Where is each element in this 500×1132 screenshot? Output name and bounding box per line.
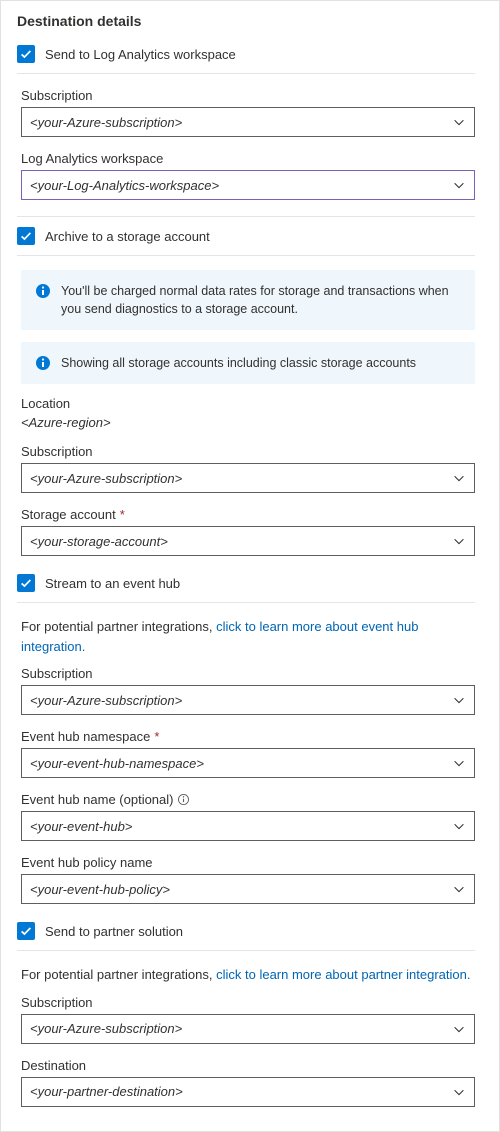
- page-title: Destination details: [17, 13, 475, 29]
- partner-intro: For potential partner integrations, clic…: [21, 965, 475, 985]
- storage-info-charges: You'll be charged normal data rates for …: [21, 270, 475, 330]
- checkbox-storage-label: Archive to a storage account: [45, 229, 210, 244]
- la-subscription-value: <your-Azure-subscription>: [30, 115, 182, 130]
- storage-subscription-value: <your-Azure-subscription>: [30, 471, 182, 486]
- eh-name-dropdown[interactable]: <your-event-hub>: [21, 811, 475, 841]
- required-indicator: *: [120, 507, 125, 522]
- partner-subscription-value: <your-Azure-subscription>: [30, 1021, 182, 1036]
- eh-namespace-label-text: Event hub namespace: [21, 729, 150, 744]
- storage-account-label: Storage account *: [21, 507, 475, 522]
- storage-location-value: <Azure-region>: [21, 415, 475, 430]
- checkbox-eventhub[interactable]: [17, 574, 35, 592]
- partner-learn-more-link[interactable]: click to learn more about partner integr…: [216, 967, 470, 982]
- chevron-down-icon: [452, 471, 466, 485]
- partner-intro-prefix: For potential partner integrations,: [21, 967, 216, 982]
- eventhub-section: For potential partner integrations, clic…: [21, 617, 475, 904]
- eh-namespace-value: <your-event-hub-namespace>: [30, 756, 204, 771]
- checkbox-partner[interactable]: [17, 922, 35, 940]
- checkbox-eventhub-row: Stream to an event hub: [17, 570, 475, 603]
- storage-account-value: <your-storage-account>: [30, 534, 168, 549]
- chevron-down-icon: [452, 1085, 466, 1099]
- partner-destination-value: <your-partner-destination>: [30, 1084, 183, 1099]
- eh-subscription-value: <your-Azure-subscription>: [30, 693, 182, 708]
- la-workspace-dropdown[interactable]: <your-Log-Analytics-workspace>: [21, 170, 475, 200]
- checkbox-storage[interactable]: [17, 227, 35, 245]
- checkbox-storage-row: Archive to a storage account: [17, 216, 475, 256]
- partner-section: For potential partner integrations, clic…: [21, 965, 475, 1107]
- partner-destination-dropdown[interactable]: <your-partner-destination>: [21, 1077, 475, 1107]
- partner-destination-label: Destination: [21, 1058, 475, 1073]
- storage-section: You'll be charged normal data rates for …: [21, 270, 475, 556]
- info-tooltip-icon[interactable]: [177, 793, 190, 806]
- eh-name-label: Event hub name (optional): [21, 792, 475, 807]
- eh-policy-label: Event hub policy name: [21, 855, 475, 870]
- log-analytics-section: Subscription <your-Azure-subscription> L…: [21, 88, 475, 200]
- storage-info-classic: Showing all storage accounts including c…: [21, 342, 475, 384]
- storage-info-classic-text: Showing all storage accounts including c…: [61, 354, 416, 372]
- partner-subscription-dropdown[interactable]: <your-Azure-subscription>: [21, 1014, 475, 1044]
- info-icon: [35, 283, 51, 299]
- chevron-down-icon: [452, 882, 466, 896]
- required-indicator: *: [154, 729, 159, 744]
- chevron-down-icon: [452, 693, 466, 707]
- storage-account-dropdown[interactable]: <your-storage-account>: [21, 526, 475, 556]
- storage-subscription-dropdown[interactable]: <your-Azure-subscription>: [21, 463, 475, 493]
- storage-info-charges-text: You'll be charged normal data rates for …: [61, 282, 461, 318]
- checkmark-icon: [19, 229, 33, 243]
- eh-subscription-label: Subscription: [21, 666, 475, 681]
- chevron-down-icon: [452, 534, 466, 548]
- checkmark-icon: [19, 47, 33, 61]
- checkbox-partner-label: Send to partner solution: [45, 924, 183, 939]
- eh-name-value: <your-event-hub>: [30, 819, 132, 834]
- chevron-down-icon: [452, 115, 466, 129]
- checkbox-log-analytics-row: Send to Log Analytics workspace: [17, 41, 475, 74]
- eh-subscription-dropdown[interactable]: <your-Azure-subscription>: [21, 685, 475, 715]
- info-icon: [35, 355, 51, 371]
- checkbox-log-analytics[interactable]: [17, 45, 35, 63]
- storage-subscription-label: Subscription: [21, 444, 475, 459]
- chevron-down-icon: [452, 819, 466, 833]
- eh-policy-dropdown[interactable]: <your-event-hub-policy>: [21, 874, 475, 904]
- eventhub-intro: For potential partner integrations, clic…: [21, 617, 475, 656]
- checkbox-log-analytics-label: Send to Log Analytics workspace: [45, 47, 236, 62]
- checkmark-icon: [19, 924, 33, 938]
- la-workspace-value: <your-Log-Analytics-workspace>: [30, 178, 219, 193]
- checkmark-icon: [19, 576, 33, 590]
- chevron-down-icon: [452, 1022, 466, 1036]
- checkbox-eventhub-label: Stream to an event hub: [45, 576, 180, 591]
- eh-policy-value: <your-event-hub-policy>: [30, 882, 170, 897]
- eh-namespace-dropdown[interactable]: <your-event-hub-namespace>: [21, 748, 475, 778]
- storage-account-label-text: Storage account: [21, 507, 116, 522]
- eh-name-label-text: Event hub name (optional): [21, 792, 173, 807]
- storage-location-label: Location: [21, 396, 475, 411]
- checkbox-partner-row: Send to partner solution: [17, 918, 475, 951]
- eventhub-intro-prefix: For potential partner integrations,: [21, 619, 216, 634]
- la-subscription-label: Subscription: [21, 88, 475, 103]
- eh-namespace-label: Event hub namespace *: [21, 729, 475, 744]
- chevron-down-icon: [452, 178, 466, 192]
- chevron-down-icon: [452, 756, 466, 770]
- la-workspace-label: Log Analytics workspace: [21, 151, 475, 166]
- partner-subscription-label: Subscription: [21, 995, 475, 1010]
- la-subscription-dropdown[interactable]: <your-Azure-subscription>: [21, 107, 475, 137]
